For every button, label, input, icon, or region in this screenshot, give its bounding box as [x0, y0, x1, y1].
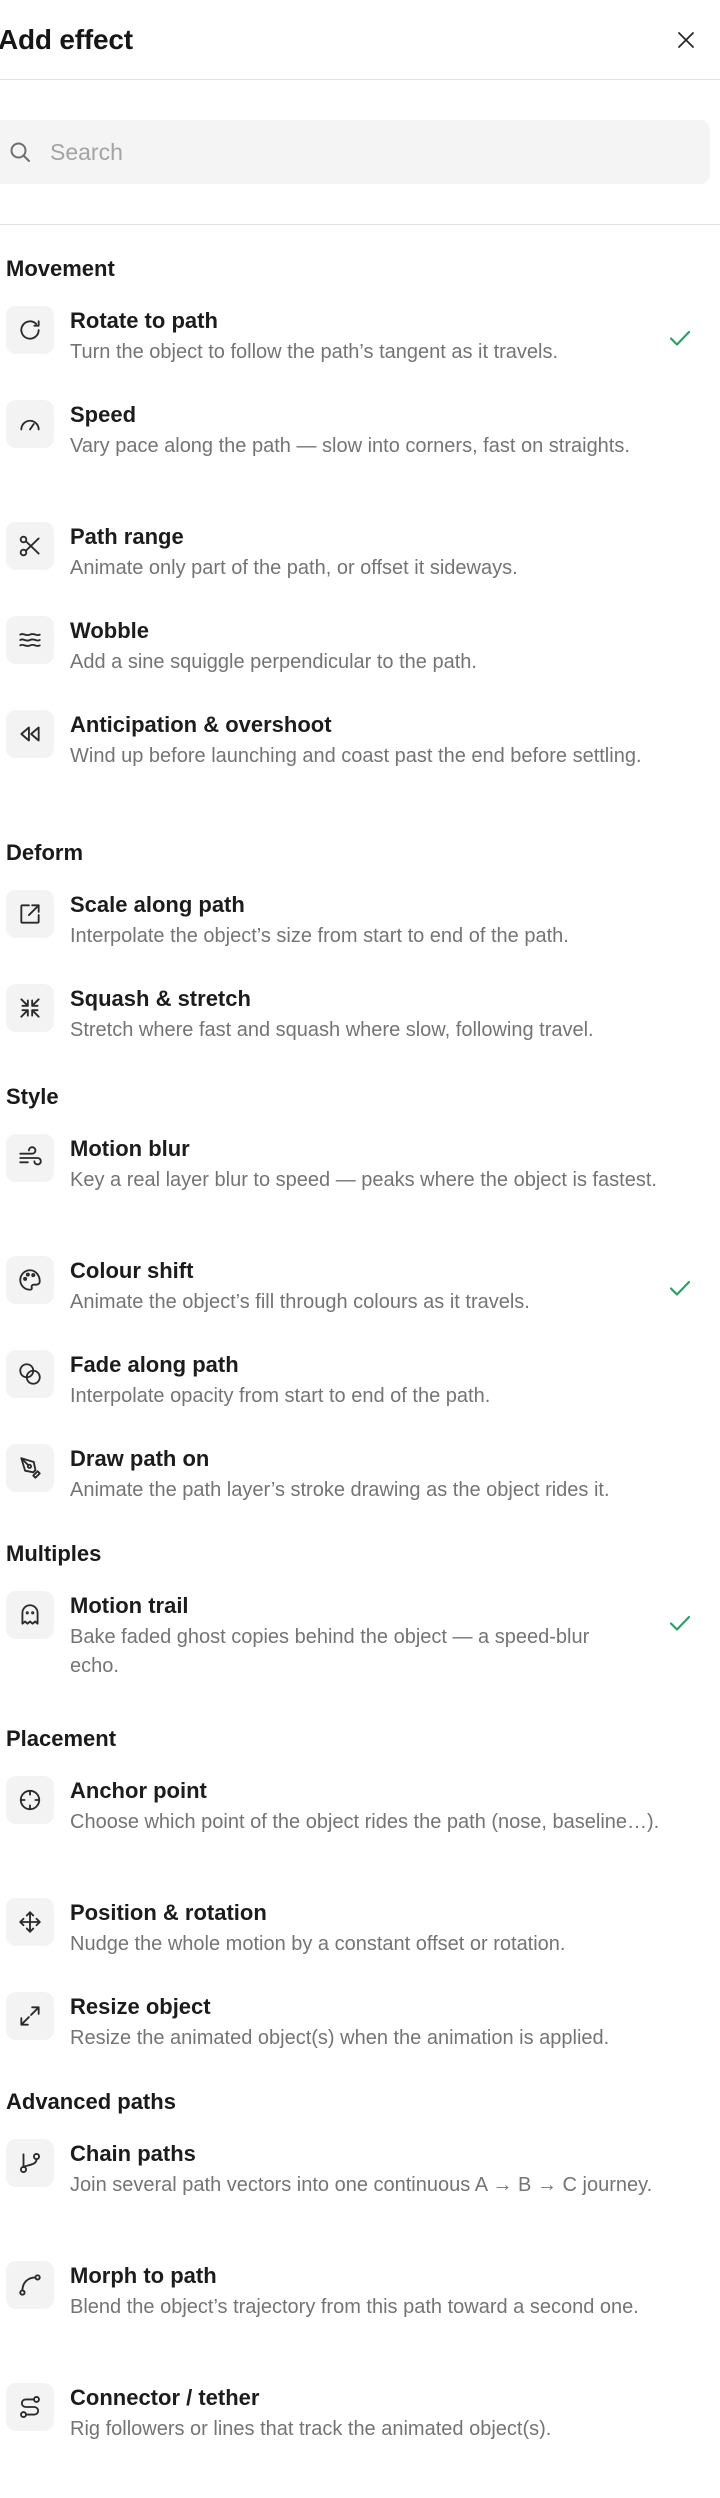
effect-title: Squash & stretch: [70, 986, 251, 1011]
effect-description: Choose which point of the object rides t…: [70, 1811, 660, 1833]
move-icon: [17, 1909, 43, 1935]
effect-title: Morph to path: [70, 2263, 217, 2288]
effect-description: Rig followers or lines that track the an…: [70, 2418, 552, 2440]
effect-icon-tile: [6, 1350, 54, 1398]
dialog-header: Add effect: [0, 0, 720, 80]
effect-title: Fade along path: [70, 1352, 239, 1377]
effect-description: Add a sine squiggle perpendicular to the…: [70, 651, 477, 673]
effect-description: Vary pace along the path — slow into cor…: [70, 435, 630, 457]
effect-title: Resize object: [70, 1994, 211, 2019]
effect-title: Position & rotation: [70, 1900, 267, 1925]
effect-icon-tile: [6, 890, 54, 938]
effect-title: Speed: [70, 402, 137, 427]
effect-icon-tile: [6, 1134, 54, 1182]
effect-icon-tile: [6, 710, 54, 758]
wind-icon: [17, 1145, 43, 1171]
effect-icon-tile: [6, 1444, 54, 1492]
pen-tool-icon: [17, 1455, 43, 1481]
effect-description: Wind up before launching and coast past …: [70, 745, 642, 767]
effect-title: Connector / tether: [70, 2385, 260, 2410]
effect-icon-tile: [6, 1591, 54, 1639]
shrink-icon: [17, 995, 43, 1021]
dialog-title: Add effect: [0, 24, 133, 55]
effect-description: Animate the path layer’s stroke drawing …: [70, 1479, 610, 1501]
effect-icon-tile: [6, 1256, 54, 1304]
effect-description: Key a real layer blur to speed — peaks w…: [70, 1169, 657, 1191]
section-header: Advanced paths: [6, 2089, 176, 2114]
section-header: Placement: [6, 1726, 117, 1751]
effect-icon-tile: [6, 1992, 54, 2040]
effect-description: Blend the object’s trajectory from this …: [70, 2296, 639, 2318]
effect-title: Scale along path: [70, 892, 245, 917]
rotate-icon: [17, 317, 43, 343]
rewind-icon: [17, 721, 43, 747]
effect-icon-tile: [6, 984, 54, 1032]
git-branch-icon: [17, 2150, 43, 2176]
effect-title: Path range: [70, 524, 184, 549]
effect-icon-tile: [6, 2261, 54, 2309]
effect-icon-tile: [6, 1898, 54, 1946]
section-header: Multiples: [6, 1541, 102, 1566]
scissors-icon: [17, 533, 43, 559]
effect-title: Anticipation & overshoot: [70, 712, 332, 737]
spline-icon: [17, 2272, 43, 2298]
search-box[interactable]: [0, 120, 710, 184]
effect-description: Animate only part of the path, or offset…: [70, 557, 518, 579]
effect-title: Colour shift: [70, 1258, 194, 1283]
effect-title: Motion blur: [70, 1136, 190, 1161]
effect-icon-tile: [6, 1776, 54, 1824]
palette-icon: [17, 1267, 43, 1293]
section-header: Movement: [6, 256, 115, 281]
close-icon: [678, 32, 694, 48]
effect-title: Chain paths: [70, 2141, 196, 2166]
section-header: Style: [6, 1084, 59, 1109]
effect-icon-tile: [6, 522, 54, 570]
route-icon: [17, 2394, 43, 2420]
effect-description: Turn the object to follow the path’s tan…: [70, 341, 559, 363]
effect-title: Motion trail: [70, 1593, 189, 1618]
check-icon: [666, 324, 694, 352]
effect-title: Wobble: [70, 618, 150, 643]
effect-title: Anchor point: [70, 1778, 207, 1803]
effect-description: Resize the animated object(s) when the a…: [70, 2027, 610, 2049]
effect-icon-tile: [6, 400, 54, 448]
effect-description: Stretch where fast and squash where slow…: [70, 1019, 594, 1041]
effect-description: Animate the object’s fill through colour…: [70, 1291, 530, 1313]
crosshair-icon: [17, 1787, 43, 1813]
search-input[interactable]: [50, 120, 690, 184]
effect-icon-tile: [6, 2383, 54, 2431]
check-icon: [666, 1609, 694, 1637]
close-button[interactable]: [671, 21, 701, 59]
expand-icon: [17, 2003, 43, 2029]
search-bar: [0, 80, 720, 225]
effect-description: Bake faded ghost copies behind the objec…: [70, 1626, 590, 1677]
effect-icon-tile: [6, 306, 54, 354]
effect-description: Nudge the whole motion by a constant off…: [70, 1933, 566, 1955]
section-header: Deform: [6, 840, 84, 865]
waves-icon: [17, 627, 43, 653]
effect-description: Join several path vectors into one conti…: [70, 2174, 653, 2196]
check-icon: [666, 1274, 694, 1302]
search-icon: [10, 142, 30, 162]
effect-description: Interpolate opacity from start to end of…: [70, 1385, 491, 1407]
effect-icon-tile: [6, 616, 54, 664]
gauge-icon: [17, 411, 43, 437]
ghost-icon: [17, 1602, 43, 1628]
scale-icon: [17, 901, 43, 927]
blend-icon: [17, 1361, 43, 1387]
effect-title: Draw path on: [70, 1446, 210, 1471]
effect-description: Interpolate the object’s size from start…: [70, 925, 569, 947]
effect-icon-tile: [6, 2139, 54, 2187]
effect-title: Rotate to path: [70, 308, 218, 333]
